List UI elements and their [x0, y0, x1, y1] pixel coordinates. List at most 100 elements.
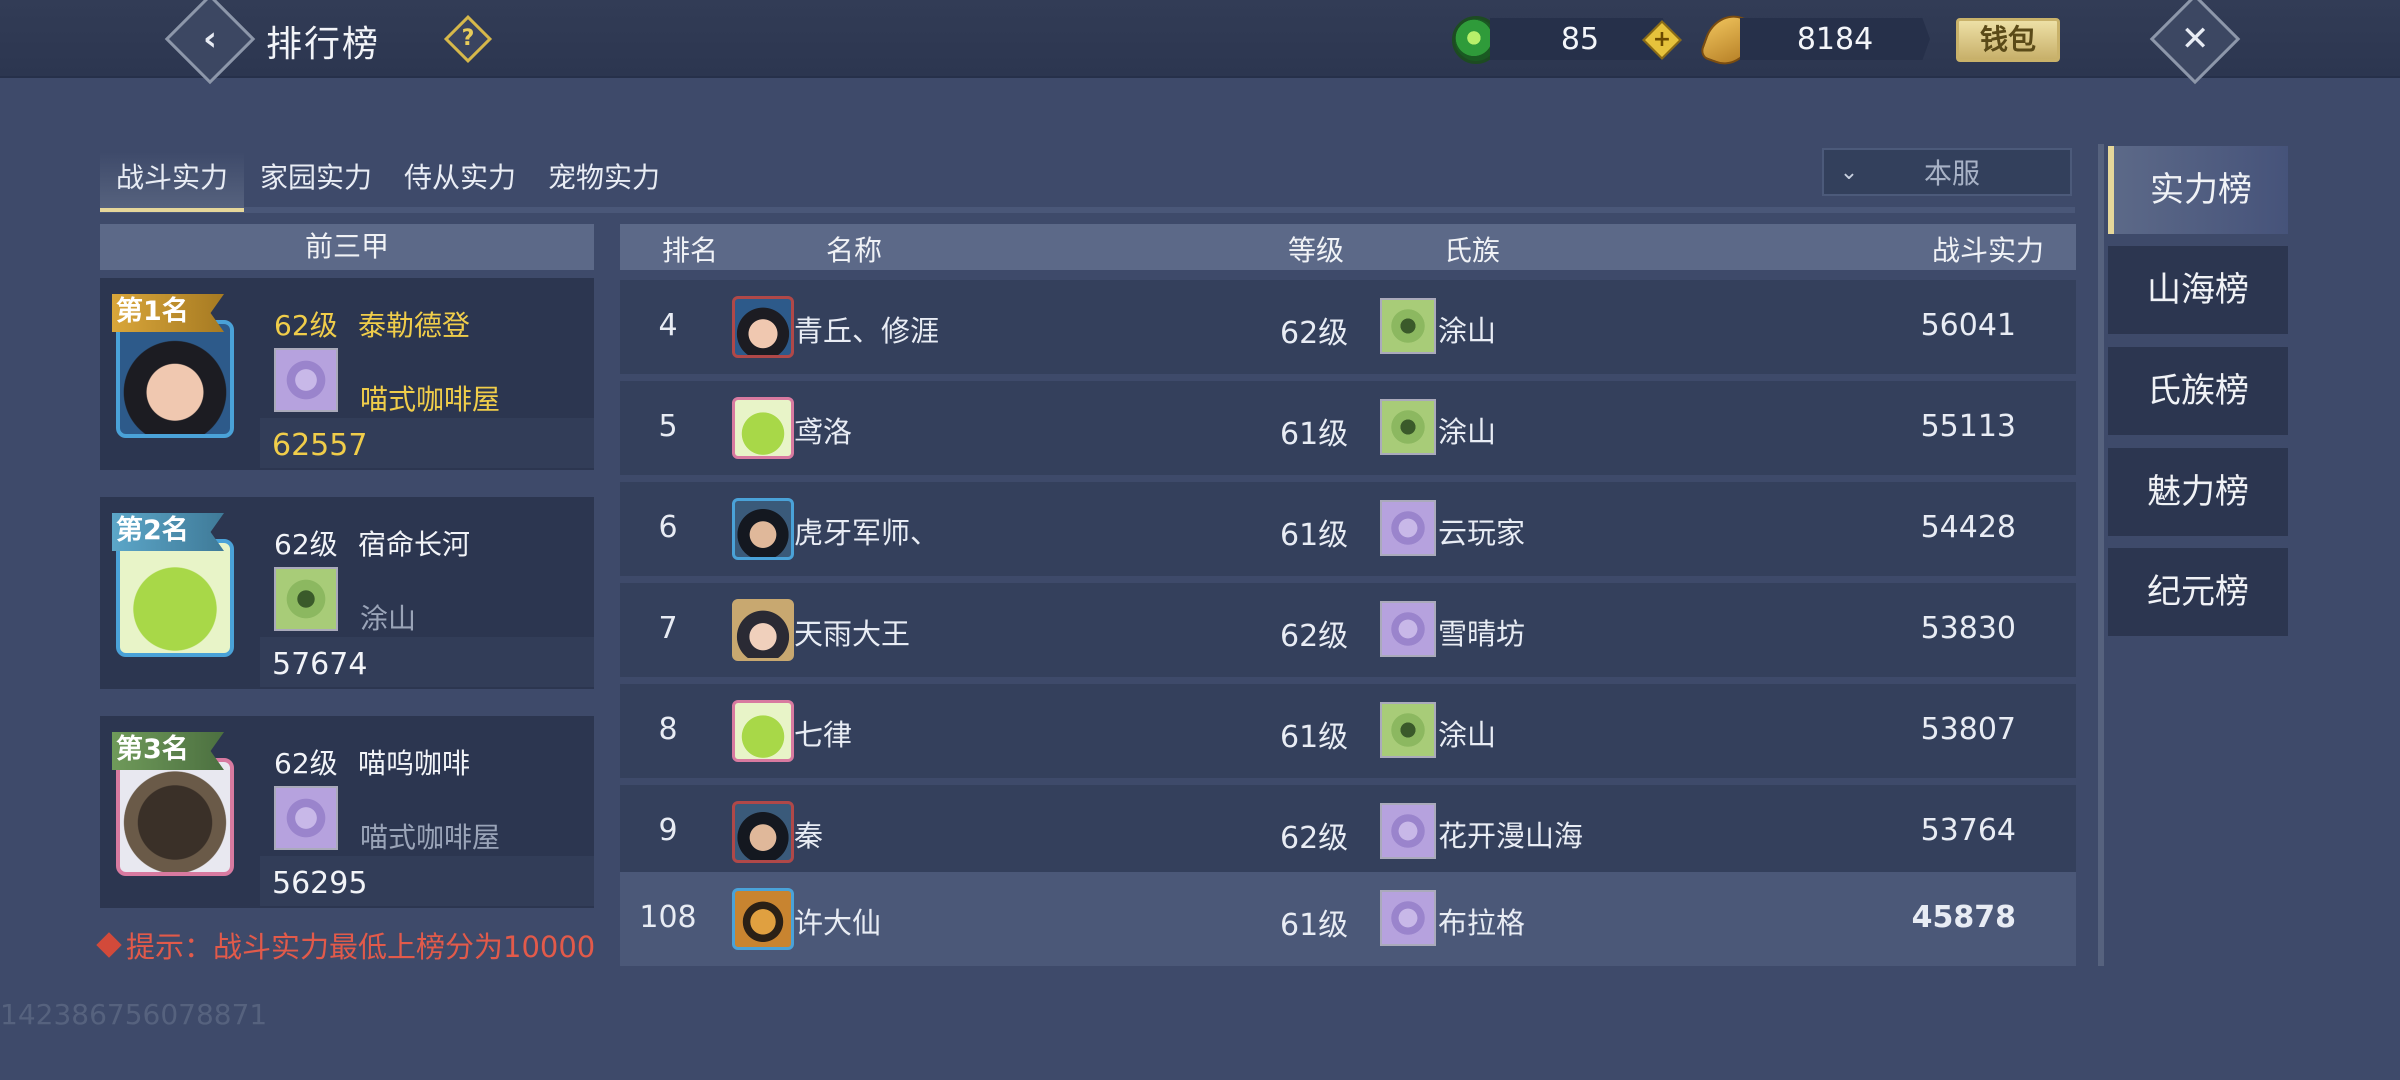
clan-name: 雪晴坊: [1438, 617, 1526, 651]
top-three-header: 前三甲: [100, 224, 594, 270]
table-row[interactable]: 6 虎牙军师、 61级 云玩家 54428: [620, 482, 2076, 576]
avatar: [732, 888, 794, 950]
warning-icon: [96, 932, 122, 958]
header-clan: 氏族: [1444, 234, 1501, 267]
player-level: 62级: [274, 528, 338, 561]
rank-badge: 第1名: [112, 294, 224, 332]
combat-power: 57674: [272, 647, 368, 682]
clan-emblem-icon: [1380, 890, 1436, 946]
back-arrow-icon: ‹: [202, 18, 218, 59]
header-rank: 排名: [662, 234, 719, 267]
rank-number: 9: [658, 813, 678, 848]
clan-emblem-icon: [274, 348, 338, 412]
clan-name: 涂山: [1438, 718, 1497, 752]
tab-home-power[interactable]: 家园实力: [244, 152, 388, 212]
table-row[interactable]: 5 鸢洛 61级 涂山 55113: [620, 381, 2076, 475]
clan-name: 云玩家: [1438, 516, 1526, 550]
clan-name: 布拉格: [1438, 906, 1526, 940]
wallet-button[interactable]: 钱包: [1956, 18, 2060, 62]
clan-name: 喵式咖啡屋: [360, 383, 501, 416]
clan-emblem-icon: [1380, 601, 1436, 657]
rank-number: 7: [658, 611, 678, 646]
rank-number: 108: [639, 900, 697, 935]
clan-emblem-icon: [274, 567, 338, 631]
clan-name: 涂山: [1438, 314, 1497, 348]
avatar: [732, 599, 794, 661]
close-icon: ✕: [2180, 19, 2210, 59]
header-power: 战斗实力: [1931, 234, 2044, 267]
self-rank-row[interactable]: 108 许大仙 61级 布拉格 45878: [620, 872, 2076, 966]
tip-text: 提示：战斗实力最低上榜分为10000: [96, 924, 595, 966]
rank-badge: 第3名: [112, 732, 224, 770]
top-bar: ‹ 排行榜 ? 85 + 8184 钱包 ✕: [0, 0, 2400, 85]
avatar: [732, 700, 794, 762]
combat-power: 54428: [1920, 510, 2016, 545]
help-icon[interactable]: ?: [443, 14, 493, 64]
clan-emblem-icon: [1380, 500, 1436, 556]
tab-combat-power[interactable]: 战斗实力: [100, 152, 244, 212]
clan-emblem-icon: [1380, 803, 1436, 859]
combat-power: 62557: [272, 428, 368, 463]
combat-power: 53764: [1920, 813, 2016, 848]
top-three-card-1[interactable]: 第1名 62级 泰勒德登 喵式咖啡屋 62557: [100, 278, 594, 470]
combat-power: 55113: [1920, 409, 2016, 444]
avatar: [732, 498, 794, 560]
top-three-card-3[interactable]: 第3名 62级 喵呜咖啡 喵式咖啡屋 56295: [100, 716, 594, 908]
clan-emblem-icon: [274, 786, 338, 850]
player-name: 七律: [794, 718, 853, 752]
table-row[interactable]: 8 七律 61级 涂山 53807: [620, 684, 2076, 778]
player-level: 62级: [1280, 619, 1349, 654]
player-name: 鸢洛: [794, 415, 853, 449]
user-id: 142386756078871: [0, 998, 268, 1031]
back-button[interactable]: ‹: [164, 0, 256, 85]
side-tab-clan[interactable]: 氏族榜: [2108, 347, 2288, 435]
player-level: 61级: [1280, 417, 1349, 452]
side-tab-charm[interactable]: 魅力榜: [2108, 448, 2288, 536]
player-name: 泰勒德登: [358, 309, 471, 342]
side-tab-era[interactable]: 纪元榜: [2108, 548, 2288, 636]
player-level: 62级: [1280, 316, 1349, 351]
player-name: 喵呜咖啡: [358, 747, 471, 780]
table-header: 排名 名称 等级 氏族 战斗实力: [620, 224, 2076, 270]
table-row[interactable]: 7 天雨大王 62级 雪晴坊 53830: [620, 583, 2076, 677]
server-select[interactable]: ⌄ 本服: [1822, 148, 2072, 196]
combat-power: 53830: [1920, 611, 2016, 646]
rank-number: 8: [658, 712, 678, 747]
server-select-value: 本服: [1923, 157, 1980, 190]
side-tab-power[interactable]: 实力榜: [2108, 146, 2288, 234]
player-name: 宿命长河: [358, 528, 471, 561]
combat-power: 56295: [272, 866, 368, 901]
header-name: 名称: [826, 234, 883, 267]
close-button[interactable]: ✕: [2149, 0, 2241, 85]
clan-emblem-icon: [1380, 298, 1436, 354]
player-level: 62级: [1280, 821, 1349, 856]
clan-name: 喵式咖啡屋: [360, 821, 501, 854]
side-tab-mountain-sea[interactable]: 山海榜: [2108, 246, 2288, 334]
avatar: [732, 801, 794, 863]
combat-power: 45878: [1911, 900, 2016, 935]
gold-amount: 8184: [1740, 18, 1930, 60]
rank-number: 6: [658, 510, 678, 545]
avatar: [116, 758, 234, 876]
page-title: 排行榜: [266, 24, 381, 65]
player-name: 青丘、修涯: [794, 314, 940, 348]
clan-name: 涂山: [1438, 415, 1497, 449]
scrollbar[interactable]: [2098, 144, 2104, 966]
table-row[interactable]: 9 秦 62级 花开漫山海 53764: [620, 785, 2076, 879]
avatar: [116, 539, 234, 657]
chevron-down-icon: ⌄: [1839, 159, 1859, 185]
table-row[interactable]: 4 青丘、修涯 62级 涂山 56041: [620, 280, 2076, 374]
avatar: [732, 296, 794, 358]
tab-attendant-power[interactable]: 侍从实力: [388, 152, 532, 212]
clan-emblem-icon: [1380, 399, 1436, 455]
category-tabs: 战斗实力 家园实力 侍从实力 宠物实力: [100, 152, 676, 212]
player-name: 许大仙: [794, 906, 882, 940]
clan-emblem-icon: [1380, 702, 1436, 758]
combat-power: 56041: [1920, 308, 2016, 343]
avatar: [732, 397, 794, 459]
top-three-card-2[interactable]: 第2名 62级 宿命长河 涂山 57674: [100, 497, 594, 689]
rank-number: 4: [658, 308, 678, 343]
player-level: 61级: [1280, 908, 1349, 943]
clan-name: 花开漫山海: [1438, 819, 1584, 853]
tab-pet-power[interactable]: 宠物实力: [532, 152, 676, 212]
